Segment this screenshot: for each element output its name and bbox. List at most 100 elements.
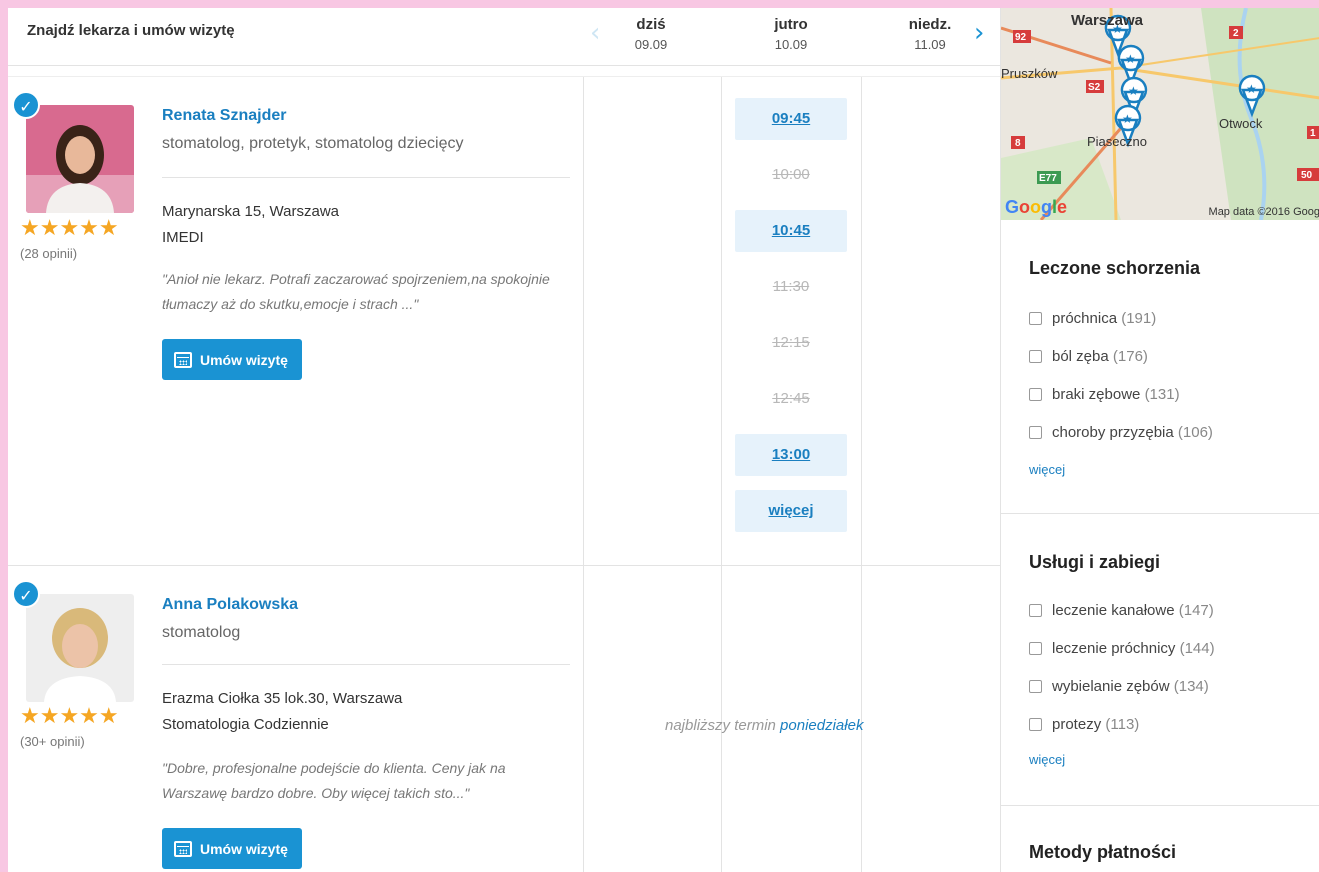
filters-sidebar: ★ ★ ★ ★ ★ 92 S2 8 2 E77 50 1 Warszawa Pr… xyxy=(1000,8,1319,872)
filter-label: ból zęba xyxy=(1052,348,1109,365)
filter-label: braki zębowe xyxy=(1052,386,1141,403)
svg-text:★: ★ xyxy=(1128,84,1139,98)
checkbox[interactable] xyxy=(1029,680,1042,693)
checkbox[interactable] xyxy=(1029,642,1042,655)
clinic-name: IMEDI xyxy=(162,229,204,246)
next-term-prefix: najbliższy termin xyxy=(665,717,781,734)
day-column-tomorrow: jutro 10.09 xyxy=(721,16,861,52)
book-visit-button[interactable]: Umów wizytę xyxy=(162,828,302,869)
checkbox[interactable] xyxy=(1029,312,1042,325)
rating-stars: ★★★★★ xyxy=(20,216,119,241)
checkbox[interactable] xyxy=(1029,388,1042,401)
filter-checkbox-item[interactable]: leczenie próchnicy (144) xyxy=(1029,640,1215,657)
filter-title: Leczone schorzenia xyxy=(1029,258,1201,278)
google-logo: Google xyxy=(1005,197,1068,217)
chevron-right-icon[interactable]: › xyxy=(974,20,984,46)
filter-label: próchnica xyxy=(1052,310,1118,327)
map-label: Otwock xyxy=(1219,116,1263,131)
day-date: 09.09 xyxy=(634,37,668,52)
filter-title: Metody płatności xyxy=(1029,842,1177,862)
results-header: Znajdź lekarza i umów wizytę ‹ dziś 09.0… xyxy=(8,8,1000,66)
filter-count: (134) xyxy=(1173,678,1209,695)
day-column-today: dziś 09.09 xyxy=(581,16,721,52)
rating-stars: ★★★★★ xyxy=(20,704,119,729)
doctor-address: Erazma Ciołka 35 lok.30, Warszawa xyxy=(162,690,403,707)
filter-payment: Metody płatności xyxy=(1001,806,1319,872)
column-divider xyxy=(583,77,584,565)
svg-text:S2: S2 xyxy=(1088,82,1101,93)
filter-count: (144) xyxy=(1179,640,1215,657)
time-slot-unavailable: 12:15 xyxy=(772,334,810,351)
checkbox[interactable] xyxy=(1029,604,1042,617)
filter-checkbox-item[interactable]: wybielanie zębów (134) xyxy=(1029,678,1209,695)
filter-label: leczenie próchnicy xyxy=(1052,640,1176,657)
svg-text:2: 2 xyxy=(1233,28,1239,39)
day-name: dziś xyxy=(636,16,666,33)
calendar-icon xyxy=(174,840,192,857)
review-quote: "Anioł nie lekarz. Potrafi zaczarować sp… xyxy=(162,271,550,312)
svg-text:50: 50 xyxy=(1301,170,1313,181)
checkbox[interactable] xyxy=(1029,350,1042,363)
reviews-count[interactable]: (30+ opinii) xyxy=(20,734,85,749)
doctor-name[interactable]: Anna Polakowska xyxy=(162,596,298,614)
filter-label: choroby przyzębia xyxy=(1052,424,1174,441)
filter-count: (113) xyxy=(1105,716,1140,733)
filter-count: (147) xyxy=(1178,602,1214,619)
book-visit-label: Umów wizytę xyxy=(200,351,288,368)
svg-text:★: ★ xyxy=(1122,112,1133,126)
divider xyxy=(162,664,570,665)
doctor-avatar[interactable] xyxy=(26,594,134,702)
checkbox[interactable] xyxy=(1029,718,1042,731)
filter-checkbox-item[interactable]: leczenie kanałowe (147) xyxy=(1029,602,1214,619)
filter-checkbox-item[interactable]: protezy (113) xyxy=(1029,716,1139,733)
svg-text:★: ★ xyxy=(1246,82,1257,96)
svg-text:★: ★ xyxy=(1125,52,1136,66)
doctor-card: ✓ ★★★★★ (28 opinii) Renata Sznajder stom… xyxy=(8,76,1000,566)
day-name: jutro xyxy=(774,16,808,33)
more-slots-button[interactable]: więcej xyxy=(735,490,847,532)
column-divider xyxy=(721,77,722,565)
map[interactable]: ★ ★ ★ ★ ★ 92 S2 8 2 E77 50 1 Warszawa Pr… xyxy=(1001,8,1319,220)
time-slot[interactable]: 10:45 xyxy=(735,210,847,252)
filter-label: protezy xyxy=(1052,716,1102,733)
filter-conditions: Leczone schorzenia próchnica (191) ból z… xyxy=(1001,220,1319,514)
verified-checkmark-icon: ✓ xyxy=(12,580,40,608)
page-title: Znajdź lekarza i umów wizytę xyxy=(27,22,235,39)
filter-count: (176) xyxy=(1112,348,1148,365)
filter-label: wybielanie zębów xyxy=(1052,678,1170,695)
checkbox[interactable] xyxy=(1029,426,1042,439)
clinic-name: Stomatologia Codziennie xyxy=(162,716,329,733)
divider xyxy=(162,177,570,178)
filter-checkbox-item[interactable]: braki zębowe (131) xyxy=(1029,386,1180,403)
filter-count: (131) xyxy=(1144,386,1180,403)
book-visit-label: Umów wizytę xyxy=(200,840,288,857)
time-slot[interactable]: 09:45 xyxy=(735,98,847,140)
review-quote: "Dobre, profesjonalne podejście do klien… xyxy=(162,760,506,801)
filter-label: leczenie kanałowe xyxy=(1052,602,1175,619)
next-term-link[interactable]: poniedziałek xyxy=(780,717,863,734)
more-filters-link[interactable]: więcej xyxy=(1029,462,1065,477)
app-frame: Znajdź lekarza i umów wizytę ‹ dziś 09.0… xyxy=(8,8,1319,872)
filter-count: (191) xyxy=(1121,310,1157,327)
verified-checkmark-icon: ✓ xyxy=(12,91,40,119)
column-divider xyxy=(861,77,862,565)
svg-text:1: 1 xyxy=(1310,128,1316,139)
map-label: Warszawa xyxy=(1071,12,1143,29)
svg-text:92: 92 xyxy=(1015,32,1027,43)
svg-text:E77: E77 xyxy=(1039,173,1057,184)
filter-checkbox-item[interactable]: próchnica (191) xyxy=(1029,310,1156,327)
reviews-count[interactable]: (28 opinii) xyxy=(20,246,77,261)
time-slot[interactable]: 13:00 xyxy=(735,434,847,476)
doctor-specialty: stomatolog, protetyk, stomatolog dziecię… xyxy=(162,135,464,152)
calendar-icon xyxy=(174,351,192,368)
filter-services: Usługi i zabiegi leczenie kanałowe (147)… xyxy=(1001,514,1319,806)
more-filters-link[interactable]: więcej xyxy=(1029,752,1065,767)
filter-checkbox-item[interactable]: choroby przyzębia (106) xyxy=(1029,424,1213,441)
map-copyright: Map data ©2016 Goog xyxy=(1208,206,1319,218)
book-visit-button[interactable]: Umów wizytę xyxy=(162,339,302,380)
filter-checkbox-item[interactable]: ból zęba (176) xyxy=(1029,348,1148,365)
doctor-avatar[interactable] xyxy=(26,105,134,213)
doctor-card: ✓ ★★★★★ (30+ opinii) Anna Polakowska sto… xyxy=(8,566,1000,872)
filter-title: Usługi i zabiegi xyxy=(1029,552,1161,572)
doctor-name[interactable]: Renata Sznajder xyxy=(162,107,286,125)
